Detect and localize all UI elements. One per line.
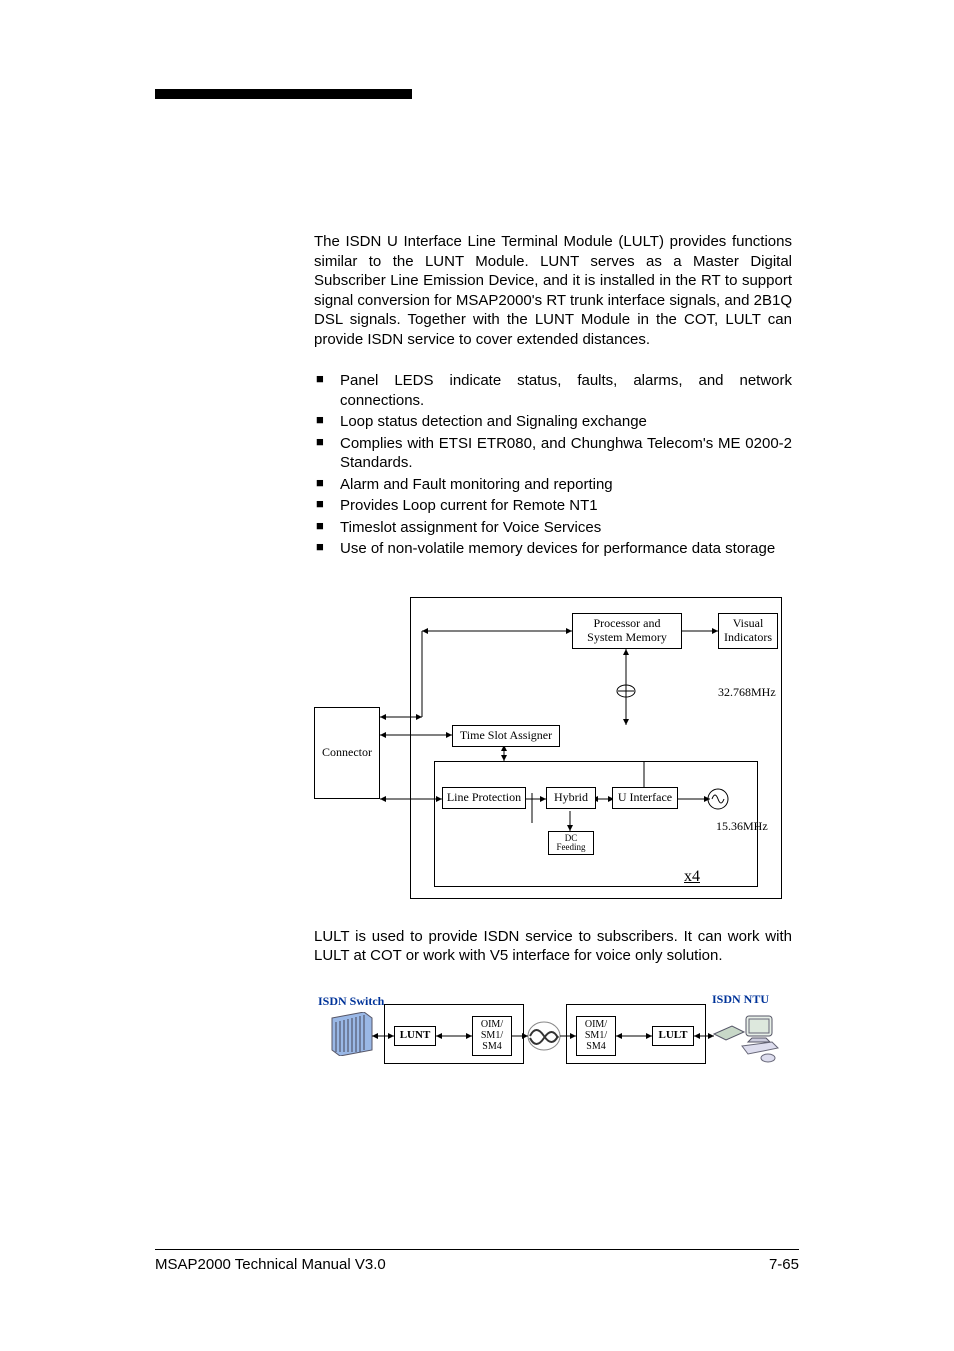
dc-feeding-block: DC Feeding (548, 831, 594, 855)
freq-label-1: 32.768MHz (718, 685, 776, 701)
page-footer: MSAP2000 Technical Manual V3.0 7-65 (155, 1249, 799, 1273)
list-item: Use of non-volatile memory devices for p… (314, 539, 792, 559)
list-item: Loop status detection and Signaling exch… (314, 412, 792, 432)
list-item: Complies with ETSI ETR080, and Chunghwa … (314, 434, 792, 473)
header-accent-bar (155, 89, 412, 99)
connection-diagram: ISDN Switch LUNT OIM/ SM1/ SM4 (314, 990, 792, 1080)
footer-right: 7-65 (769, 1256, 799, 1273)
diagram2-arrows (314, 990, 792, 1080)
timeslot-assigner-block: Time Slot Assigner (452, 725, 560, 747)
mid-paragraph: LULT is used to provide ISDN service to … (314, 927, 792, 966)
block-diagram: Connector Processor and System Memory Vi… (314, 587, 792, 897)
intro-paragraph: The ISDN U Interface Line Terminal Modul… (314, 232, 792, 349)
list-item: Timeslot assignment for Voice Services (314, 518, 792, 538)
line-protection-block: Line Protection (442, 787, 526, 809)
feature-list: Panel LEDS indicate status, faults, alar… (314, 371, 792, 559)
main-content: The ISDN U Interface Line Terminal Modul… (314, 232, 792, 1080)
list-item: Provides Loop current for Remote NT1 (314, 496, 792, 516)
footer-left: MSAP2000 Technical Manual V3.0 (155, 1256, 386, 1273)
u-interface-block: U Interface (612, 787, 678, 809)
hybrid-block: Hybrid (546, 787, 596, 809)
freq-label-2: 15.36MHz (716, 819, 768, 835)
list-item: Alarm and Fault monitoring and reporting (314, 475, 792, 495)
list-item: Panel LEDS indicate status, faults, alar… (314, 371, 792, 410)
x4-label: x4 (684, 867, 700, 888)
